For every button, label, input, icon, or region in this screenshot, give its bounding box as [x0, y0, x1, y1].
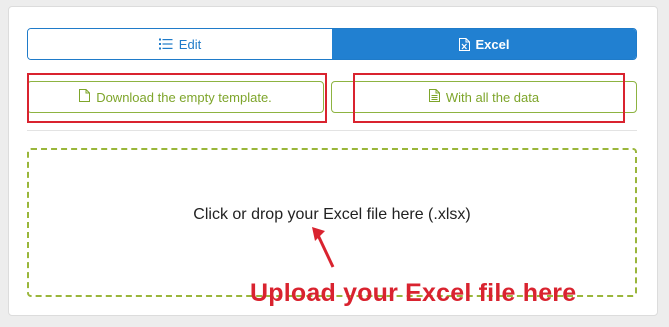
annotation-arrow-icon — [309, 221, 339, 276]
tab-excel-label: Excel — [475, 36, 510, 52]
file-icon — [79, 89, 91, 105]
excel-import-panel: Edit Excel Download the empty template. — [8, 6, 658, 316]
download-all-data-button[interactable]: With all the data — [331, 81, 637, 113]
list-icon — [158, 38, 173, 50]
tab-edit[interactable]: Edit — [28, 29, 332, 59]
excel-file-icon — [458, 37, 470, 51]
mode-toggle: Edit Excel — [27, 28, 637, 60]
annotation-text: Upload your Excel file here — [250, 279, 577, 307]
download-all-data-label: With all the data — [445, 89, 540, 105]
divider — [27, 130, 637, 131]
tab-edit-label: Edit — [178, 36, 202, 52]
download-template-label: Download the empty template. — [96, 89, 272, 105]
tab-excel[interactable]: Excel — [332, 29, 636, 59]
download-template-button[interactable]: Download the empty template. — [27, 81, 324, 113]
file-text-icon — [428, 89, 440, 105]
